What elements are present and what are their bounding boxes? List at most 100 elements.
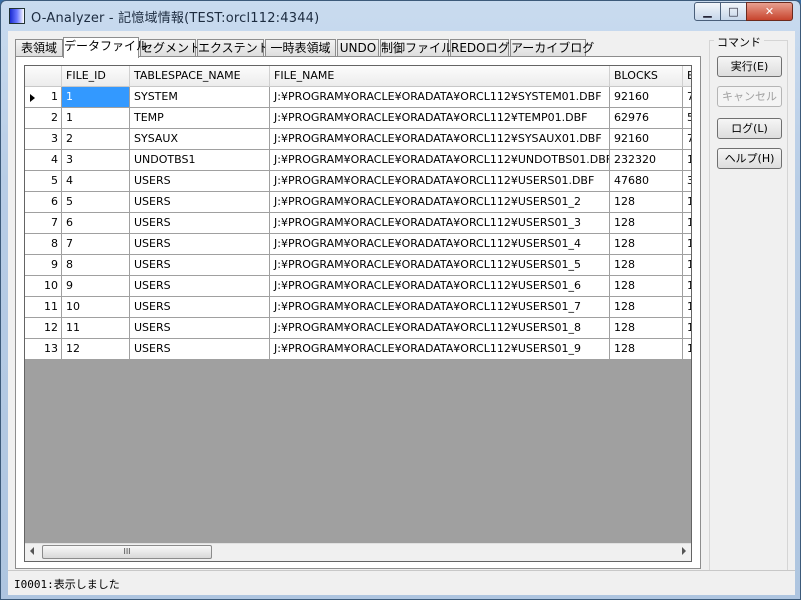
row-header[interactable]: 10 <box>25 276 62 297</box>
cell-tablespace-name[interactable]: USERS <box>130 255 270 276</box>
cell-file-name[interactable]: J:¥PROGRAM¥ORACLE¥ORADATA¥ORCL112¥USERS0… <box>270 234 610 255</box>
cell-bytes[interactable]: 1 <box>683 213 691 234</box>
table-row[interactable]: 12 11 USERS J:¥PROGRAM¥ORACLE¥ORADATA¥ORCL1… <box>25 318 691 339</box>
tab-temp-tablespace[interactable]: 一時表領域 <box>265 39 336 57</box>
minimize-button[interactable]: ▁ <box>694 2 721 21</box>
cell-blocks[interactable]: 128 <box>610 255 683 276</box>
cell-file-id[interactable]: 3 <box>62 150 130 171</box>
help-button[interactable]: ヘルプ(H) <box>717 148 782 169</box>
scroll-thumb[interactable]: III <box>42 545 212 559</box>
cell-bytes[interactable]: 1 <box>683 339 691 360</box>
cell-bytes[interactable]: 1 <box>683 276 691 297</box>
table-row[interactable]: 2 1 TEMP J:¥PROGRAM¥ORACLE¥ORADATA¥ORCL112¥… <box>25 108 691 129</box>
row-header[interactable]: 2 <box>25 108 62 129</box>
cell-bytes[interactable]: 1 <box>683 318 691 339</box>
cell-file-name[interactable]: J:¥PROGRAM¥ORACLE¥ORADATA¥ORCL112¥USERS0… <box>270 276 610 297</box>
cell-file-name[interactable]: J:¥PROGRAM¥ORACLE¥ORADATA¥ORCL112¥USERS0… <box>270 255 610 276</box>
tab-datafile[interactable]: データファイル <box>63 37 148 58</box>
cell-file-id[interactable]: 12 <box>62 339 130 360</box>
cell-bytes[interactable]: 7 <box>683 129 691 150</box>
column-header-bytes[interactable]: B <box>683 66 691 87</box>
column-header-tablespace-name[interactable]: TABLESPACE_NAME <box>130 66 270 87</box>
tab-redolog[interactable]: REDOログ <box>450 39 510 57</box>
table-row[interactable]: 9 8 USERS J:¥PROGRAM¥ORACLE¥ORADATA¥ORCL112… <box>25 255 691 276</box>
cell-bytes[interactable]: 1 <box>683 150 691 171</box>
cell-file-id[interactable]: 10 <box>62 297 130 318</box>
cell-file-name[interactable]: J:¥PROGRAM¥ORACLE¥ORADATA¥ORCL112¥TEMP01… <box>270 108 610 129</box>
cancel-button[interactable]: キャンセル <box>717 86 782 107</box>
cell-file-id[interactable]: 5 <box>62 192 130 213</box>
row-header[interactable]: 4 <box>25 150 62 171</box>
cell-bytes[interactable]: 1 <box>683 234 691 255</box>
cell-blocks[interactable]: 128 <box>610 276 683 297</box>
cell-bytes[interactable]: 7 <box>683 87 691 108</box>
cell-file-name[interactable]: J:¥PROGRAM¥ORACLE¥ORADATA¥ORCL112¥SYSTEM… <box>270 87 610 108</box>
cell-file-name[interactable]: J:¥PROGRAM¥ORACLE¥ORADATA¥ORCL112¥USERS0… <box>270 318 610 339</box>
scroll-right-arrow-icon[interactable] <box>682 547 686 555</box>
row-header[interactable]: 5 <box>25 171 62 192</box>
cell-blocks[interactable]: 128 <box>610 318 683 339</box>
cell-bytes[interactable]: 1 <box>683 192 691 213</box>
cell-tablespace-name[interactable]: USERS <box>130 339 270 360</box>
datafile-grid[interactable]: FILE_ID TABLESPACE_NAME FILE_NAME BLOCKS… <box>24 65 692 562</box>
cell-file-name[interactable]: J:¥PROGRAM¥ORACLE¥ORADATA¥ORCL112¥USERS0… <box>270 339 610 360</box>
close-button[interactable]: ✕ <box>746 2 793 21</box>
scroll-left-arrow-icon[interactable] <box>30 547 34 555</box>
log-button[interactable]: ログ(L) <box>717 118 782 139</box>
cell-tablespace-name[interactable]: USERS <box>130 318 270 339</box>
cell-file-id[interactable]: 11 <box>62 318 130 339</box>
tab-tablespace[interactable]: 表領域 <box>15 39 63 57</box>
cell-blocks[interactable]: 92160 <box>610 87 683 108</box>
cell-tablespace-name[interactable]: USERS <box>130 192 270 213</box>
cell-tablespace-name[interactable]: UNDOTBS1 <box>130 150 270 171</box>
row-header[interactable]: 7 <box>25 213 62 234</box>
row-header[interactable]: 6 <box>25 192 62 213</box>
cell-blocks[interactable]: 128 <box>610 234 683 255</box>
tab-extent[interactable]: エクステント <box>197 39 270 57</box>
cell-file-id[interactable]: 8 <box>62 255 130 276</box>
cell-tablespace-name[interactable]: USERS <box>130 234 270 255</box>
cell-file-id[interactable]: 7 <box>62 234 130 255</box>
table-row[interactable]: 10 9 USERS J:¥PROGRAM¥ORACLE¥ORADATA¥ORCL11… <box>25 276 691 297</box>
cell-file-name[interactable]: J:¥PROGRAM¥ORACLE¥ORADATA¥ORCL112¥UNDOTB… <box>270 150 610 171</box>
cell-blocks[interactable]: 47680 <box>610 171 683 192</box>
row-header[interactable]: 3 <box>25 129 62 150</box>
cell-blocks[interactable]: 128 <box>610 192 683 213</box>
cell-file-id[interactable]: 2 <box>62 129 130 150</box>
row-header[interactable]: 11 <box>25 297 62 318</box>
cell-file-name[interactable]: J:¥PROGRAM¥ORACLE¥ORADATA¥ORCL112¥USERS0… <box>270 171 610 192</box>
column-header-file-id[interactable]: FILE_ID <box>62 66 130 87</box>
cell-file-name[interactable]: J:¥PROGRAM¥ORACLE¥ORADATA¥ORCL112¥USERS0… <box>270 192 610 213</box>
cell-file-name[interactable]: J:¥PROGRAM¥ORACLE¥ORADATA¥ORCL112¥USERS0… <box>270 297 610 318</box>
cell-file-id[interactable]: 4 <box>62 171 130 192</box>
cell-blocks[interactable]: 128 <box>610 213 683 234</box>
cell-tablespace-name[interactable]: USERS <box>130 213 270 234</box>
row-header[interactable]: 8 <box>25 234 62 255</box>
row-header[interactable]: 13 <box>25 339 62 360</box>
cell-tablespace-name[interactable]: SYSTEM <box>130 87 270 108</box>
cell-tablespace-name[interactable]: USERS <box>130 297 270 318</box>
cell-file-name[interactable]: J:¥PROGRAM¥ORACLE¥ORADATA¥ORCL112¥SYSAUX… <box>270 129 610 150</box>
cell-blocks[interactable]: 92160 <box>610 129 683 150</box>
cell-blocks[interactable]: 62976 <box>610 108 683 129</box>
table-row[interactable]: 13 12 USERS J:¥PROGRAM¥ORACLE¥ORADATA¥ORCL1… <box>25 339 691 360</box>
tab-controlfile[interactable]: 制御ファイル <box>380 39 453 57</box>
cell-file-id[interactable]: 1 <box>62 87 130 108</box>
cell-tablespace-name[interactable]: SYSAUX <box>130 129 270 150</box>
table-row[interactable]: 1 1 SYSTEM J:¥PROGRAM¥ORACLE¥ORADATA¥ORCL11… <box>25 87 691 108</box>
cell-bytes[interactable]: 1 <box>683 255 691 276</box>
title-bar[interactable]: O-Analyzer - 記憶域情報(TEST:orcl112:4344) ▁ … <box>1 1 800 29</box>
column-header-file-name[interactable]: FILE_NAME <box>270 66 610 87</box>
table-row[interactable]: 6 5 USERS J:¥PROGRAM¥ORACLE¥ORADATA¥ORCL112… <box>25 192 691 213</box>
cell-bytes[interactable]: 1 <box>683 297 691 318</box>
cell-tablespace-name[interactable]: TEMP <box>130 108 270 129</box>
cell-bytes[interactable]: 5 <box>683 108 691 129</box>
tab-undo[interactable]: UNDO <box>337 39 379 57</box>
row-header[interactable]: 1 <box>25 87 62 108</box>
cell-file-id[interactable]: 6 <box>62 213 130 234</box>
cell-file-name[interactable]: J:¥PROGRAM¥ORACLE¥ORADATA¥ORCL112¥USERS0… <box>270 213 610 234</box>
table-row[interactable]: 5 4 USERS J:¥PROGRAM¥ORACLE¥ORADATA¥ORCL112… <box>25 171 691 192</box>
row-header[interactable]: 9 <box>25 255 62 276</box>
maximize-button[interactable]: □ <box>720 2 747 21</box>
table-row[interactable]: 4 3 UNDOTBS1 J:¥PROGRAM¥ORACLE¥ORADATA¥ORCL… <box>25 150 691 171</box>
